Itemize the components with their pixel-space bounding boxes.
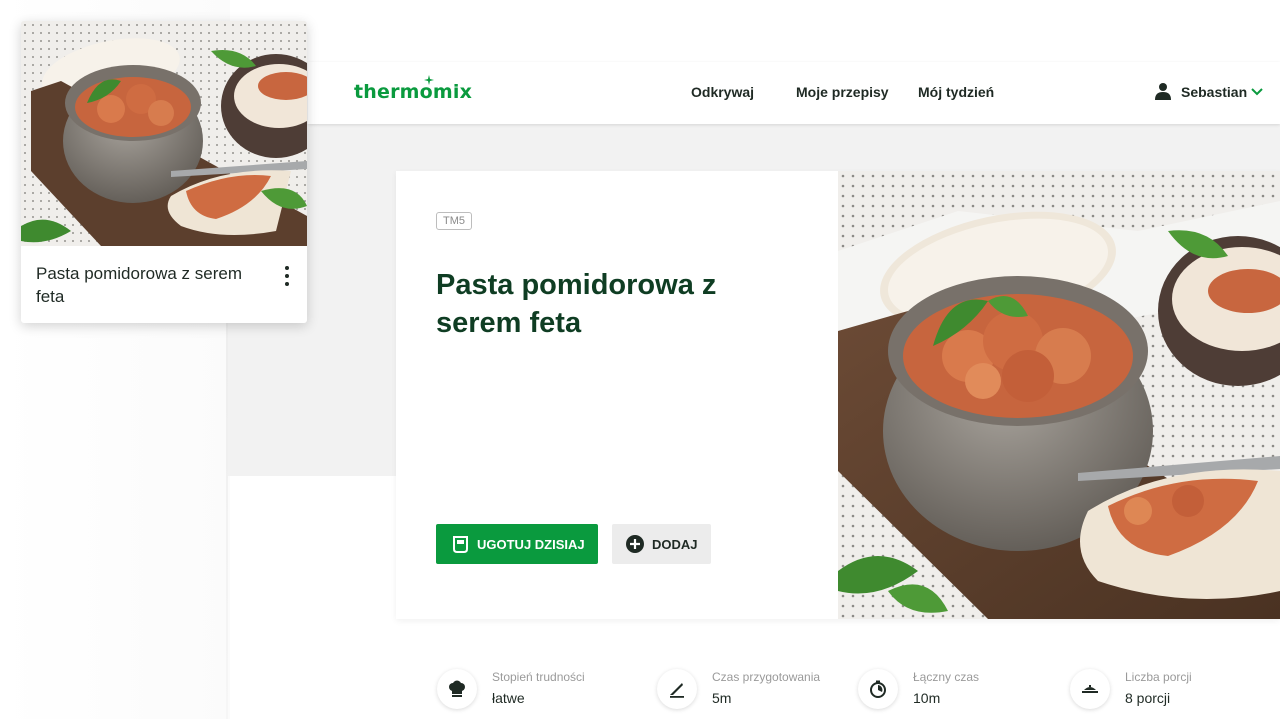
thermomix-logo[interactable]: thermomix [354,81,472,103]
recipe-preview-title: Pasta pomidorowa z serem feta [36,264,242,306]
recipe-preview-photo [21,21,307,246]
cook-today-button[interactable]: UGOTUJ DZISIAJ [436,524,598,564]
recipe-photo [838,171,1280,619]
stat-value: 10m [913,690,941,706]
chevron-down-icon[interactable] [1250,86,1264,96]
logo-star-icon [424,75,434,85]
nav-moje-przepisy[interactable]: Moje przepisy [796,84,889,100]
stat-value: 8 porcji [1125,690,1171,706]
stat-value: łatwe [492,690,525,706]
user-name: Sebastian [1181,84,1248,100]
nav-odkrywaj[interactable]: Odkrywaj [691,84,754,100]
more-options-icon[interactable] [280,266,294,288]
add-label: DODAJ [652,537,698,552]
stat-label: Liczba porcji [1125,670,1192,684]
timer-icon [858,669,898,709]
dish-icon [1070,669,1110,709]
cooking-bowl-icon [453,536,468,553]
add-button[interactable]: DODAJ [612,524,711,564]
stat-label: Czas przygotowania [712,670,821,684]
recipe-title: Pasta pomidorowa z serem feta [436,269,717,339]
recipe-hero-card: TM5 Pasta pomidorowa z serem feta UGOTUJ… [396,171,1280,619]
knife-icon [657,669,697,709]
chef-hat-icon [437,669,477,709]
device-badge: TM5 [436,212,472,230]
user-icon [1155,83,1171,100]
plus-circle-icon [626,535,644,553]
recipe-preview-card[interactable]: Pasta pomidorowa z serem feta [21,21,307,323]
top-navigation-bar: thermomix Odkrywaj Moje przepisy Mój tyd… [308,62,1280,124]
stat-label: Łączny czas [913,670,980,684]
stat-value: 5m [712,690,732,706]
cook-today-label: UGOTUJ DZISIAJ [477,537,585,552]
stat-label: Stopień trudności [492,670,585,684]
nav-moj-tydzien[interactable]: Mój tydzień [918,84,994,100]
